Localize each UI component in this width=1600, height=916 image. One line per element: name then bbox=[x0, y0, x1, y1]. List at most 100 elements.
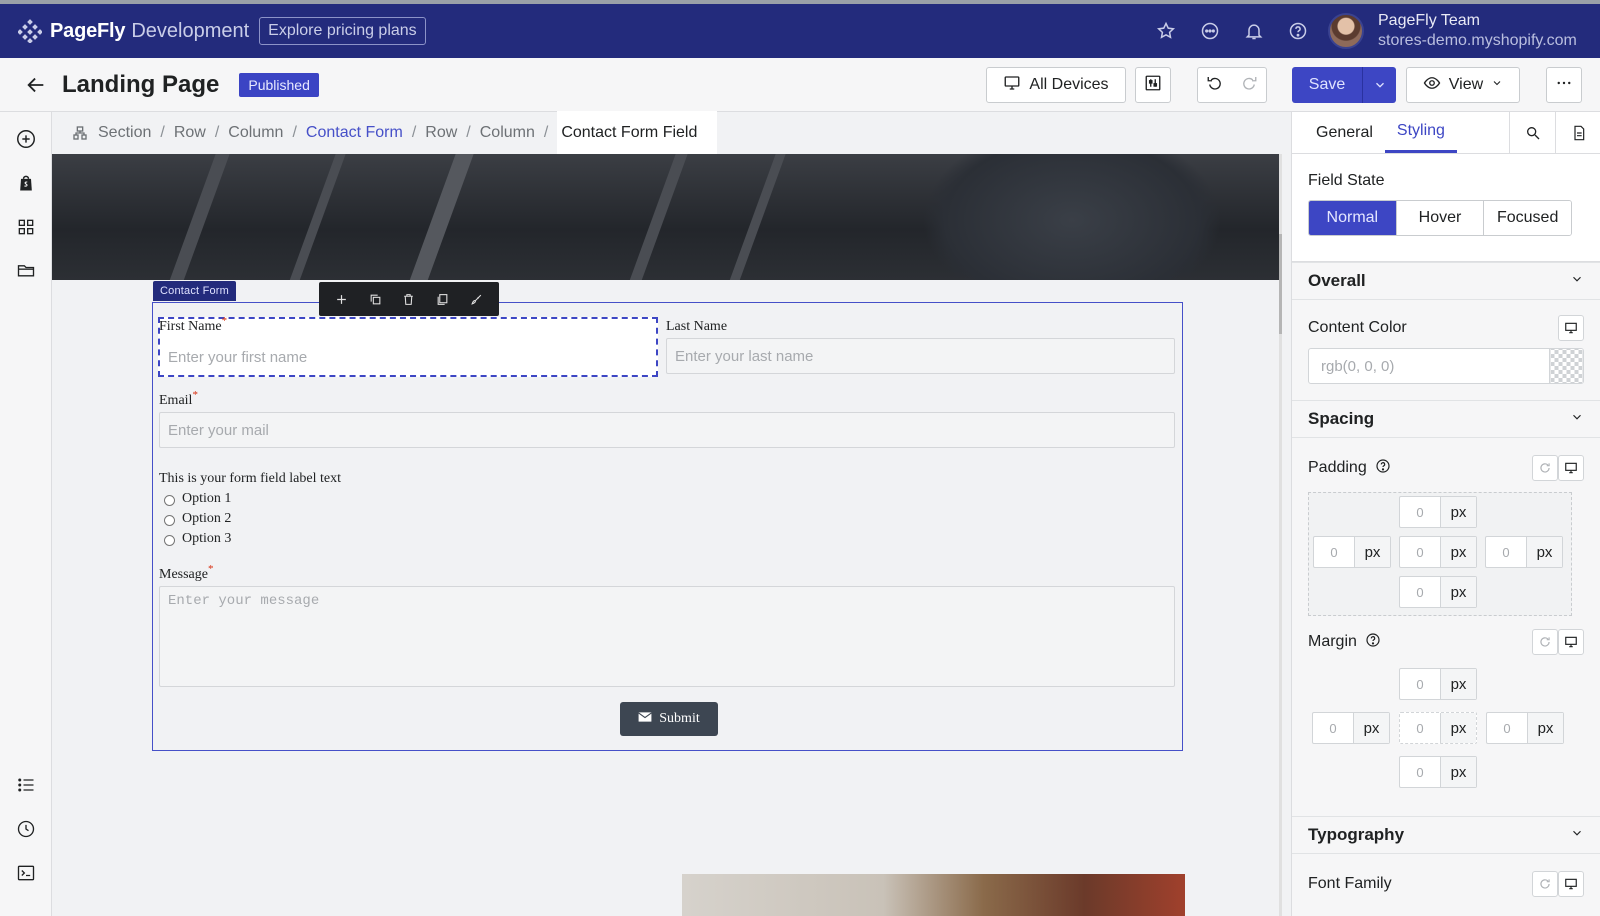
margin-left[interactable]: 0 px bbox=[1312, 712, 1390, 744]
view-label: View bbox=[1448, 76, 1484, 93]
padding-editor: 0 px 0 px 0 px 0 px 0 px bbox=[1292, 488, 1600, 618]
panel-tabs: General Styling bbox=[1292, 112, 1600, 154]
save-button[interactable]: Save bbox=[1292, 67, 1362, 103]
margin-editor: 0 px 0 px 0 px 0 px 0 px bbox=[1292, 662, 1600, 802]
padding-label: Padding bbox=[1308, 459, 1367, 476]
padding-bottom[interactable]: 0 px bbox=[1399, 576, 1477, 608]
desktop-icon bbox=[1003, 74, 1021, 97]
padding-reset-icon[interactable] bbox=[1532, 455, 1558, 481]
explore-pricing-button[interactable]: Explore pricing plans bbox=[259, 17, 426, 45]
typography-accordion[interactable]: Typography bbox=[1292, 816, 1600, 854]
state-focused[interactable]: Focused bbox=[1484, 201, 1571, 235]
overall-accordion[interactable]: Overall bbox=[1292, 262, 1600, 300]
radio-option-1[interactable] bbox=[164, 495, 175, 506]
padding-help-icon[interactable] bbox=[1375, 458, 1391, 479]
margin-reset-icon[interactable] bbox=[1532, 629, 1558, 655]
padding-center[interactable]: 0 px bbox=[1399, 536, 1477, 568]
state-normal[interactable]: Normal bbox=[1309, 201, 1397, 235]
padding-right[interactable]: 0 px bbox=[1485, 536, 1563, 568]
save-dropdown-chevron-icon[interactable] bbox=[1362, 67, 1396, 103]
radio-option-3[interactable] bbox=[164, 535, 175, 546]
font-family-reset-icon[interactable] bbox=[1532, 871, 1558, 897]
add-icon[interactable] bbox=[334, 291, 350, 307]
breadcrumb-contact-form[interactable]: Contact Form bbox=[306, 124, 403, 142]
shopify-bag-icon[interactable] bbox=[14, 171, 38, 195]
more-dots-icon bbox=[1555, 74, 1573, 97]
account-menu[interactable]: PageFly Team stores-demo.myshopify.com bbox=[1328, 4, 1577, 58]
last-name-label: Last Name bbox=[666, 319, 728, 334]
left-toolbar bbox=[0, 112, 52, 916]
margin-help-icon[interactable] bbox=[1365, 632, 1381, 653]
breadcrumb-row[interactable]: Row bbox=[174, 124, 206, 142]
content-color-input[interactable]: rgb(0, 0, 0) bbox=[1308, 348, 1584, 384]
duplicate-icon[interactable] bbox=[367, 291, 383, 307]
breadcrumb-current: Contact Form Field bbox=[557, 111, 718, 155]
document-icon[interactable] bbox=[1555, 112, 1600, 154]
bookshelf-image bbox=[682, 874, 1185, 916]
breadcrumb-row-2[interactable]: Row bbox=[425, 124, 457, 142]
margin-right[interactable]: 0 px bbox=[1486, 712, 1564, 744]
margin-center[interactable]: 0 px bbox=[1399, 712, 1477, 744]
brand[interactable]: PageFly Development bbox=[17, 19, 249, 44]
list-icon[interactable] bbox=[14, 773, 38, 797]
padding-left[interactable]: 0 px bbox=[1313, 536, 1391, 568]
radio-option-2-label: Option 2 bbox=[182, 511, 232, 526]
all-devices-button[interactable]: All Devices bbox=[986, 67, 1126, 103]
submit-button[interactable]: Submit bbox=[620, 702, 718, 736]
editor-canvas[interactable]: Contact Form First Name* Enter your firs… bbox=[52, 154, 1282, 916]
radio-option-2[interactable] bbox=[164, 515, 175, 526]
tab-general[interactable]: General bbox=[1304, 112, 1385, 153]
bell-icon[interactable] bbox=[1242, 19, 1266, 43]
terminal-icon[interactable] bbox=[14, 861, 38, 885]
content-color-device-icon[interactable] bbox=[1558, 315, 1584, 341]
breadcrumb-column[interactable]: Column bbox=[228, 124, 283, 142]
last-name-input[interactable]: Enter your last name bbox=[666, 338, 1175, 374]
add-element-icon[interactable] bbox=[14, 127, 38, 151]
tab-styling[interactable]: Styling bbox=[1384, 112, 1457, 153]
breadcrumb-section[interactable]: Section bbox=[98, 124, 151, 142]
copy-icon[interactable] bbox=[435, 291, 451, 307]
redo-icon[interactable] bbox=[1240, 74, 1258, 97]
grid-icon[interactable] bbox=[14, 215, 38, 239]
view-chevron-icon bbox=[1491, 76, 1503, 94]
canvas-scrollbar-thumb[interactable] bbox=[1279, 234, 1282, 334]
paint-brush-icon[interactable] bbox=[468, 291, 484, 307]
chat-icon[interactable] bbox=[1198, 19, 1222, 43]
search-icon[interactable] bbox=[1509, 112, 1555, 154]
padding-top[interactable]: 0 px bbox=[1399, 496, 1477, 528]
delete-icon[interactable] bbox=[401, 291, 417, 307]
properties-panel: General Styling Field State Normal Hover… bbox=[1291, 112, 1600, 916]
layout-settings-button[interactable] bbox=[1135, 67, 1171, 103]
state-hover[interactable]: Hover bbox=[1396, 201, 1485, 235]
padding-row: Padding bbox=[1292, 448, 1600, 488]
margin-top[interactable]: 0 px bbox=[1399, 668, 1477, 700]
color-swatch[interactable] bbox=[1549, 349, 1583, 383]
envelope-icon bbox=[638, 711, 653, 728]
help-icon[interactable] bbox=[1286, 19, 1310, 43]
spacing-accordion[interactable]: Spacing bbox=[1292, 400, 1600, 438]
hero-image bbox=[52, 154, 1282, 280]
top-bar: PageFly Development Explore pricing plan… bbox=[0, 0, 1600, 58]
view-button[interactable]: View bbox=[1406, 67, 1520, 103]
back-arrow-icon[interactable] bbox=[16, 65, 56, 105]
contact-form[interactable]: First Name* Enter your first name Last N… bbox=[152, 302, 1183, 751]
font-family-device-icon[interactable] bbox=[1558, 871, 1584, 897]
star-icon[interactable] bbox=[1154, 19, 1178, 43]
email-input[interactable]: Enter your mail bbox=[159, 412, 1175, 448]
breadcrumb-column-2[interactable]: Column bbox=[480, 124, 535, 142]
margin-bottom[interactable]: 0 px bbox=[1399, 756, 1477, 788]
undo-icon[interactable] bbox=[1206, 74, 1224, 97]
breadcrumb: Section / Row / Column / Contact Form / … bbox=[52, 111, 1291, 155]
sliders-icon bbox=[1144, 74, 1162, 97]
top-icon-group bbox=[1154, 4, 1310, 58]
submit-label: Submit bbox=[659, 711, 700, 726]
history-clock-icon[interactable] bbox=[14, 817, 38, 841]
first-name-input[interactable]: Enter your first name bbox=[160, 339, 654, 375]
padding-device-icon[interactable] bbox=[1558, 455, 1584, 481]
message-textarea[interactable]: Enter your message bbox=[159, 586, 1175, 687]
spacing-chevron-icon bbox=[1570, 409, 1584, 429]
folder-icon[interactable] bbox=[14, 258, 38, 282]
account-store: stores-demo.myshopify.com bbox=[1378, 32, 1577, 49]
more-options-button[interactable] bbox=[1546, 67, 1582, 103]
margin-device-icon[interactable] bbox=[1558, 629, 1584, 655]
